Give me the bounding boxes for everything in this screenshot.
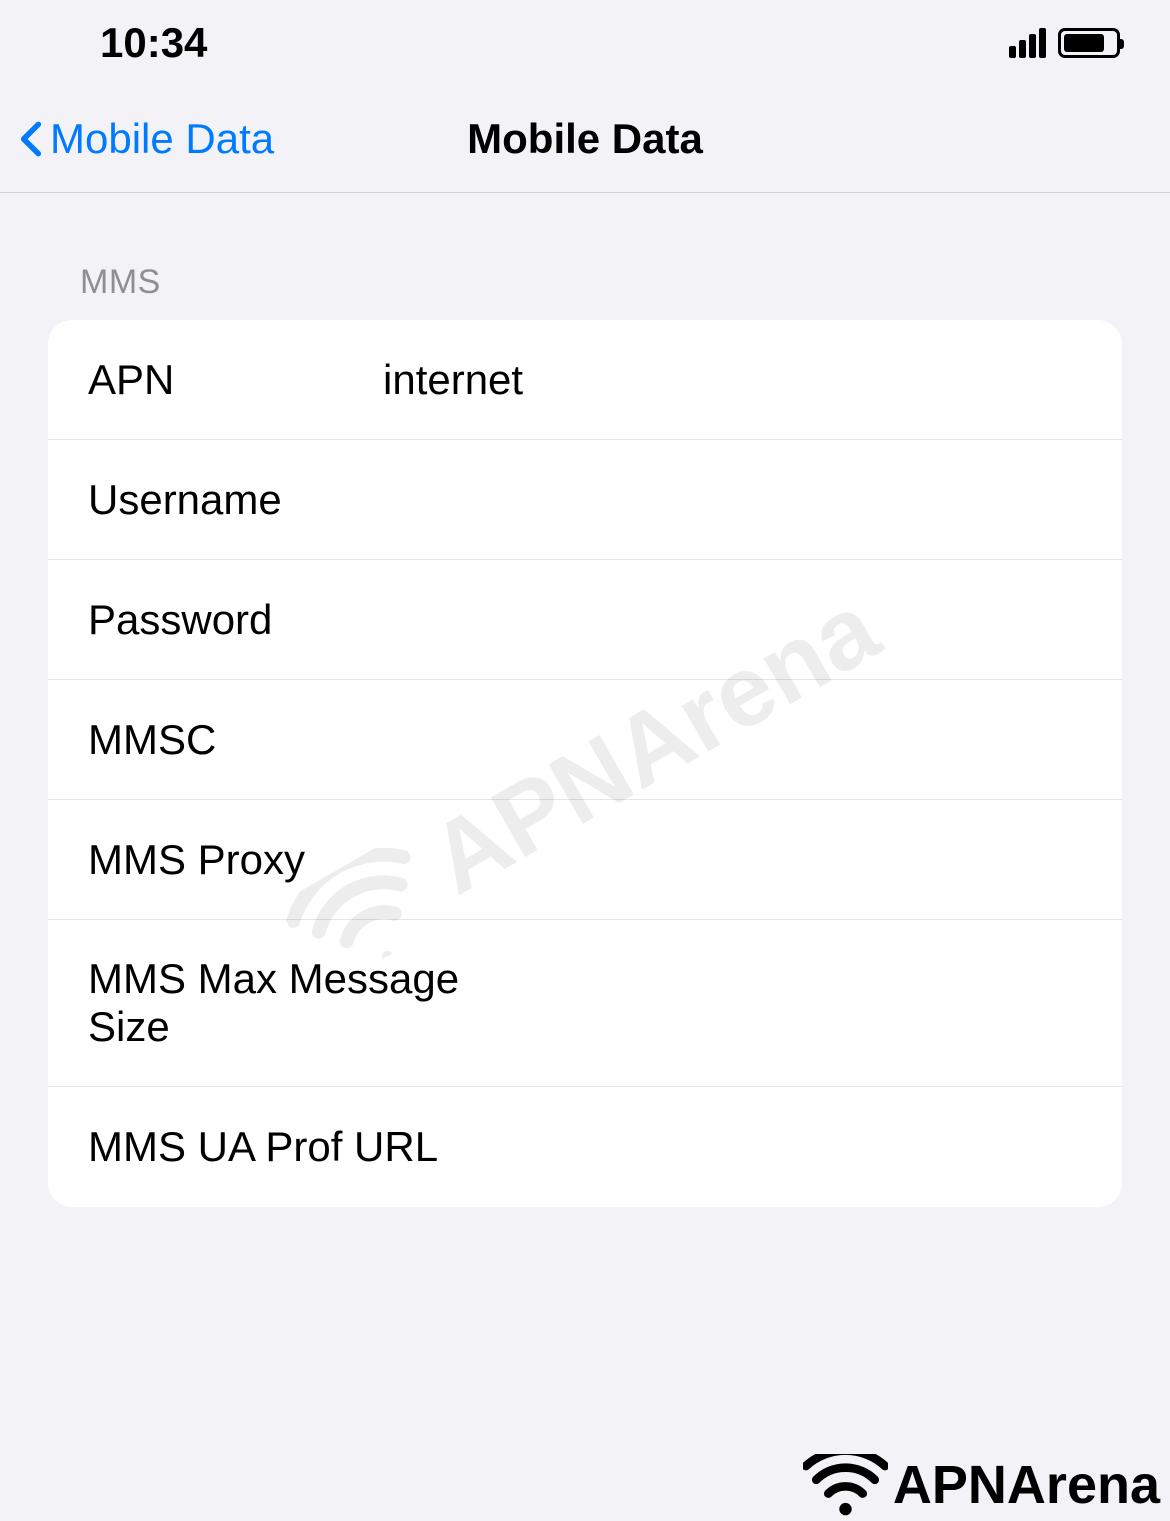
username-label: Username (88, 476, 383, 524)
apn-input[interactable] (383, 356, 1092, 404)
username-input[interactable] (383, 476, 1092, 524)
mms-proxy-label: MMS Proxy (88, 836, 383, 884)
mms-proxy-row[interactable]: MMS Proxy (48, 800, 1122, 920)
chevron-left-icon (20, 120, 42, 158)
mms-ua-prof-label: MMS UA Prof URL (88, 1123, 551, 1171)
password-input[interactable] (383, 596, 1092, 644)
navigation-bar: Mobile Data Mobile Data (0, 85, 1170, 193)
mms-max-size-label: MMS Max Message Size (88, 955, 551, 1051)
back-label: Mobile Data (50, 115, 274, 163)
page-title: Mobile Data (467, 115, 703, 163)
password-label: Password (88, 596, 383, 644)
wifi-icon (803, 1454, 888, 1516)
section-header-mms: MMS (48, 263, 1122, 302)
watermark-logo: APNArena (803, 1454, 1160, 1516)
mmsc-input[interactable] (383, 716, 1092, 764)
cellular-signal-icon (1009, 28, 1046, 58)
apn-label: APN (88, 356, 383, 404)
username-row[interactable]: Username (48, 440, 1122, 560)
battery-icon (1058, 28, 1120, 58)
mms-settings-group: APN Username Password MMSC (48, 320, 1122, 1207)
mms-proxy-input[interactable] (383, 836, 1092, 884)
back-button[interactable]: Mobile Data (20, 115, 274, 163)
status-time: 10:34 (100, 19, 207, 67)
watermark-text: APNArena (893, 1454, 1160, 1516)
mmsc-label: MMSC (88, 716, 383, 764)
status-right (1009, 28, 1120, 58)
mmsc-row[interactable]: MMSC (48, 680, 1122, 800)
mms-ua-prof-input[interactable] (551, 1123, 1092, 1171)
status-bar: 10:34 (0, 0, 1170, 85)
password-row[interactable]: Password (48, 560, 1122, 680)
mms-ua-prof-row[interactable]: MMS UA Prof URL (48, 1087, 1122, 1207)
apn-row[interactable]: APN (48, 320, 1122, 440)
mms-max-size-row[interactable]: MMS Max Message Size (48, 920, 1122, 1087)
mms-max-size-input[interactable] (551, 979, 1092, 1027)
content-area: MMS APN Username Password MMSC (0, 193, 1170, 1207)
